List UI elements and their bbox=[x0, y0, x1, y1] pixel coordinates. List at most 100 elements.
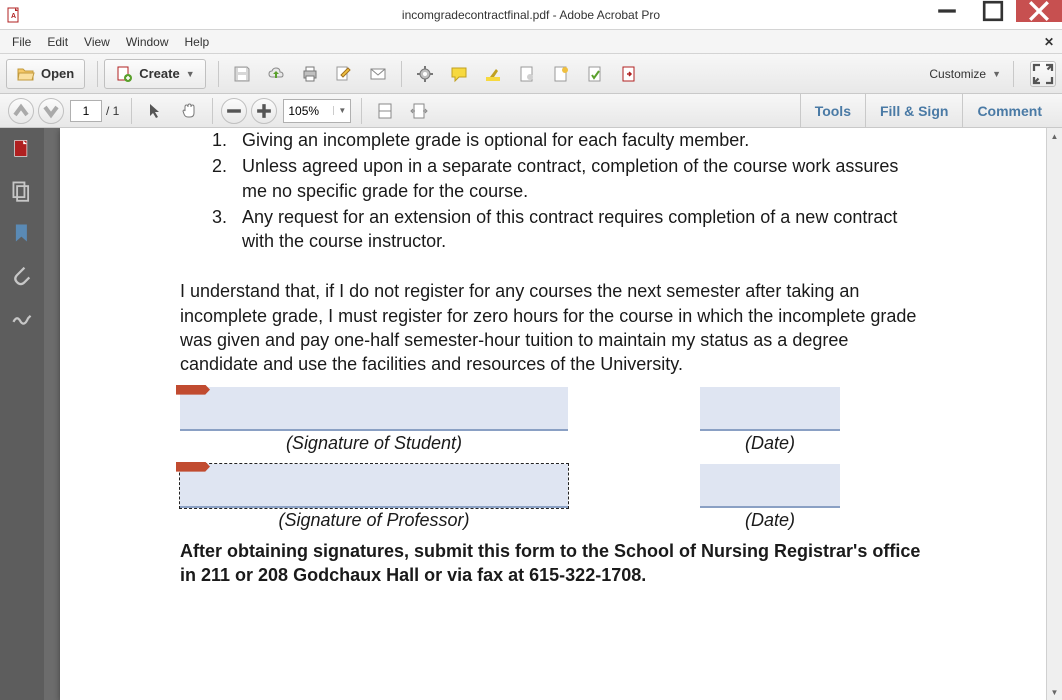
save-icon bbox=[233, 65, 251, 83]
list-number: 2. bbox=[212, 154, 227, 178]
left-nav-panel bbox=[0, 128, 44, 700]
toolbar-main: Open Create ▼ Customize ▼ bbox=[0, 54, 1062, 94]
professor-signature-field[interactable] bbox=[180, 464, 568, 508]
minimize-button[interactable] bbox=[924, 0, 970, 22]
signatures-panel-button[interactable] bbox=[11, 306, 33, 328]
workspace: 1.Giving an incomplete grade is optional… bbox=[0, 128, 1062, 700]
open-label: Open bbox=[41, 66, 74, 81]
scroll-up-icon[interactable]: ▲ bbox=[1047, 128, 1062, 144]
signature-labels: (Signature of Professor) (Date) bbox=[180, 510, 926, 531]
close-button[interactable] bbox=[1016, 0, 1062, 22]
right-panel-tabs: Tools Fill & Sign Comment bbox=[800, 94, 1056, 128]
cloud-button[interactable] bbox=[260, 59, 292, 89]
maximize-button[interactable] bbox=[970, 0, 1016, 22]
list-item: 1.Giving an incomplete grade is optional… bbox=[212, 128, 926, 152]
hand-tool-button[interactable] bbox=[173, 96, 205, 126]
select-tool-button[interactable] bbox=[139, 96, 171, 126]
folder-open-icon bbox=[17, 65, 35, 83]
page-check-button[interactable] bbox=[579, 59, 611, 89]
page-arrow-icon bbox=[620, 65, 638, 83]
scroll-down-icon[interactable]: ▼ bbox=[1047, 684, 1062, 700]
stamp-button[interactable] bbox=[511, 59, 543, 89]
page-up-button[interactable] bbox=[8, 98, 34, 124]
student-date-field[interactable] bbox=[700, 387, 840, 431]
fit-width-button[interactable] bbox=[403, 96, 435, 126]
envelope-icon bbox=[369, 65, 387, 83]
app-icon: A bbox=[6, 7, 22, 23]
attach-button[interactable] bbox=[545, 59, 577, 89]
fit-width-icon bbox=[410, 102, 428, 120]
page-pin-icon bbox=[552, 65, 570, 83]
chevron-down-icon: ▼ bbox=[186, 69, 195, 79]
cloud-up-icon bbox=[267, 65, 285, 83]
list-item: 3.Any request for an extension of this c… bbox=[212, 205, 926, 254]
separator bbox=[361, 98, 362, 124]
window-title: incomgradecontractfinal.pdf - Adobe Acro… bbox=[402, 8, 660, 22]
professor-date-label: (Date) bbox=[700, 510, 840, 531]
create-button[interactable]: Create ▼ bbox=[104, 59, 205, 89]
edit-doc-button[interactable] bbox=[328, 59, 360, 89]
hand-icon bbox=[180, 102, 198, 120]
page-icon bbox=[518, 65, 536, 83]
professor-date-field[interactable] bbox=[700, 464, 840, 508]
page-check-icon bbox=[586, 65, 604, 83]
list-text: Any request for an extension of this con… bbox=[242, 207, 897, 251]
signature-labels: (Signature of Student) (Date) bbox=[180, 433, 926, 454]
chevron-down-icon: ▼ bbox=[992, 69, 1001, 79]
field-tag-icon bbox=[176, 462, 210, 472]
open-button[interactable]: Open bbox=[6, 59, 85, 89]
student-signature-field[interactable] bbox=[180, 387, 568, 431]
student-date-label: (Date) bbox=[700, 433, 840, 454]
fullscreen-button[interactable] bbox=[1030, 61, 1056, 87]
zoom-out-button[interactable] bbox=[221, 98, 247, 124]
list-number: 1. bbox=[212, 128, 227, 152]
fit-page-button[interactable] bbox=[369, 96, 401, 126]
menu-bar: File Edit View Window Help ✕ bbox=[0, 30, 1062, 54]
menu-window[interactable]: Window bbox=[118, 33, 177, 51]
highlight-button[interactable] bbox=[477, 59, 509, 89]
document-viewport[interactable]: 1.Giving an incomplete grade is optional… bbox=[44, 128, 1062, 700]
speech-bubble-icon bbox=[450, 65, 468, 83]
zoom-in-button[interactable] bbox=[251, 98, 277, 124]
menubar-close-icon[interactable]: ✕ bbox=[1044, 35, 1054, 49]
pencil-page-icon bbox=[335, 65, 353, 83]
student-signature-label: (Signature of Student) bbox=[180, 433, 568, 454]
customize-label: Customize bbox=[929, 67, 986, 81]
footer-instructions: After obtaining signatures, submit this … bbox=[180, 539, 926, 588]
fill-sign-tab[interactable]: Fill & Sign bbox=[865, 94, 962, 128]
separator bbox=[218, 61, 219, 87]
page-total-label: / 1 bbox=[106, 104, 119, 118]
page-down-button[interactable] bbox=[38, 98, 64, 124]
print-button[interactable] bbox=[294, 59, 326, 89]
zoom-select[interactable]: 105% ▼ bbox=[283, 99, 351, 123]
toolbar-nav: / 1 105% ▼ Tools Fill & Sign Comment bbox=[0, 94, 1062, 128]
tools-tab[interactable]: Tools bbox=[800, 94, 865, 128]
pdf-page: 1.Giving an incomplete grade is optional… bbox=[60, 128, 1046, 700]
save-button[interactable] bbox=[226, 59, 258, 89]
page-number-input[interactable] bbox=[70, 100, 102, 122]
thumbnails-panel-button[interactable] bbox=[11, 138, 33, 160]
create-pdf-icon bbox=[115, 65, 133, 83]
menu-file[interactable]: File bbox=[4, 33, 39, 51]
settings-button[interactable] bbox=[409, 59, 441, 89]
separator bbox=[212, 98, 213, 124]
comment-tab[interactable]: Comment bbox=[962, 94, 1056, 128]
zoom-value: 105% bbox=[288, 104, 319, 118]
menu-help[interactable]: Help bbox=[177, 33, 218, 51]
separator bbox=[97, 61, 98, 87]
attachments-panel-button[interactable] bbox=[11, 264, 33, 286]
pages-panel-button[interactable] bbox=[11, 180, 33, 202]
cursor-icon bbox=[146, 102, 164, 120]
signature-row bbox=[180, 387, 926, 431]
menu-edit[interactable]: Edit bbox=[39, 33, 76, 51]
comment-bubble-button[interactable] bbox=[443, 59, 475, 89]
customize-menu[interactable]: Customize ▼ bbox=[923, 67, 1007, 81]
menu-view[interactable]: View bbox=[76, 33, 118, 51]
field-tag-icon bbox=[176, 385, 210, 395]
bookmarks-panel-button[interactable] bbox=[11, 222, 33, 244]
list-text: Unless agreed upon in a separate contrac… bbox=[242, 156, 898, 200]
gear-icon bbox=[416, 65, 434, 83]
vertical-scrollbar[interactable]: ▲ ▼ bbox=[1046, 128, 1062, 700]
email-button[interactable] bbox=[362, 59, 394, 89]
page-convert-button[interactable] bbox=[613, 59, 645, 89]
